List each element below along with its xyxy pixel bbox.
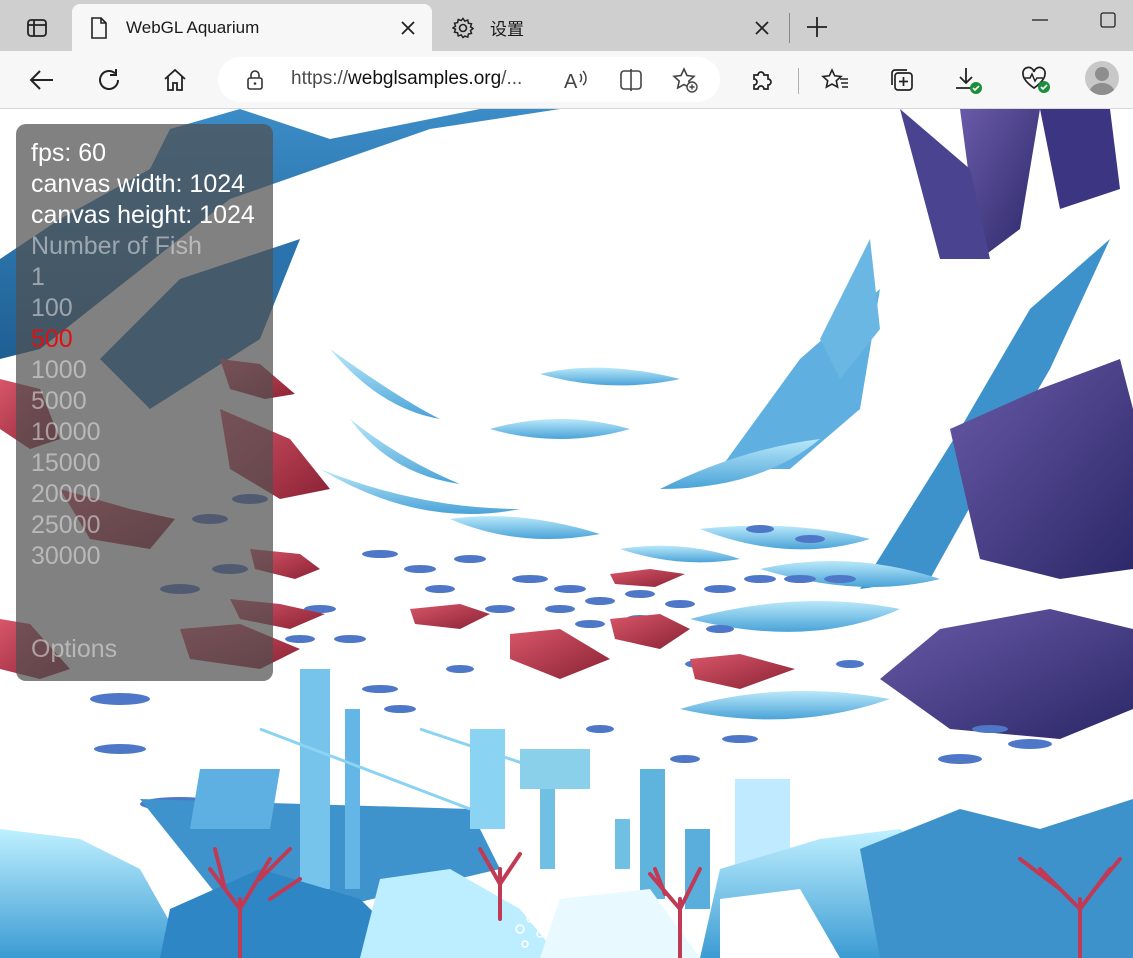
number-of-fish-label: Number of Fish bbox=[31, 232, 202, 260]
fish-option[interactable]: 30000 bbox=[31, 541, 101, 572]
add-favorite-icon[interactable] bbox=[672, 67, 698, 93]
tab-webgl-aquarium[interactable]: WebGL Aquarium bbox=[72, 4, 432, 51]
close-tab-icon[interactable] bbox=[396, 16, 420, 40]
page-viewport: tdl.js - fps: 60 canvas width: 1024 canv… bbox=[0, 109, 1133, 958]
fish-option[interactable]: 5000 bbox=[31, 386, 87, 417]
home-icon[interactable] bbox=[157, 62, 193, 98]
canvas-width-readout: canvas width: 1024 bbox=[31, 170, 246, 198]
maximize-icon[interactable] bbox=[1100, 12, 1116, 28]
extensions-icon[interactable] bbox=[744, 62, 780, 98]
fish-option[interactable]: 10000 bbox=[31, 417, 101, 448]
fish-shape bbox=[450, 516, 600, 539]
fish-option[interactable]: 1000 bbox=[31, 355, 87, 386]
tdl-js-link[interactable]: tdl.js bbox=[498, 120, 537, 142]
fps-readout: fps: 60 bbox=[31, 139, 107, 167]
tab-settings[interactable]: 设置 bbox=[436, 4, 786, 51]
fish-shape bbox=[680, 691, 890, 720]
fish-shape bbox=[490, 419, 630, 439]
purple-fish-shape bbox=[950, 359, 1133, 579]
url-text[interactable]: https://webglsamples.org/... bbox=[291, 68, 522, 90]
profile-avatar[interactable] bbox=[1085, 61, 1119, 95]
fish-shape bbox=[320, 469, 520, 514]
gear-icon bbox=[452, 16, 474, 39]
refresh-icon[interactable] bbox=[91, 62, 127, 98]
options-label[interactable]: Options bbox=[31, 634, 117, 665]
tab-actions-icon[interactable] bbox=[22, 13, 52, 43]
canvas-height-readout: canvas height: 1024 bbox=[31, 201, 255, 229]
tab-title: WebGL Aquarium bbox=[126, 17, 260, 37]
svg-text:A: A bbox=[564, 71, 578, 92]
fish-option-selected[interactable]: 500 bbox=[31, 324, 73, 355]
fish-option[interactable]: 100 bbox=[31, 293, 73, 324]
fish-shape bbox=[330, 349, 440, 419]
fish-shape bbox=[350, 419, 460, 484]
tab-strip: WebGL Aquarium 设置 bbox=[0, 0, 1133, 51]
fish-shape bbox=[1040, 109, 1120, 209]
back-icon[interactable] bbox=[24, 62, 60, 98]
split-screen-icon[interactable] bbox=[618, 67, 644, 93]
fish-option[interactable]: 15000 bbox=[31, 448, 101, 479]
stats-panel: fps: 60 canvas width: 1024 canvas height… bbox=[16, 124, 273, 681]
fish-option[interactable]: 20000 bbox=[31, 479, 101, 510]
new-tab-icon[interactable] bbox=[803, 13, 831, 41]
tab-title: 设置 bbox=[490, 20, 524, 39]
title-suffix: - bbox=[548, 120, 555, 141]
fish-option[interactable]: 1 bbox=[31, 262, 45, 293]
downloads-icon[interactable] bbox=[950, 62, 986, 98]
toolbar-divider bbox=[798, 68, 799, 94]
close-tab-icon[interactable] bbox=[750, 16, 774, 40]
fish-shape bbox=[620, 545, 740, 563]
favorites-icon[interactable] bbox=[817, 62, 853, 98]
browser-toolbar: https://webglsamples.org/... A bbox=[0, 51, 1133, 109]
collections-icon[interactable] bbox=[884, 62, 920, 98]
purple-fish-shape bbox=[880, 609, 1133, 739]
address-bar[interactable]: https://webglsamples.org/... A bbox=[218, 57, 720, 102]
page-icon bbox=[88, 16, 110, 39]
minimize-icon[interactable] bbox=[1030, 10, 1050, 30]
lock-icon[interactable] bbox=[244, 69, 266, 91]
shipwreck bbox=[140, 669, 541, 909]
browser-essentials-icon[interactable] bbox=[1018, 62, 1054, 98]
fish-shape bbox=[700, 525, 870, 550]
read-aloud-icon[interactable]: A bbox=[563, 67, 589, 93]
fish-shape bbox=[540, 367, 680, 386]
tab-divider bbox=[789, 13, 790, 43]
fish-option[interactable]: 25000 bbox=[31, 510, 101, 541]
